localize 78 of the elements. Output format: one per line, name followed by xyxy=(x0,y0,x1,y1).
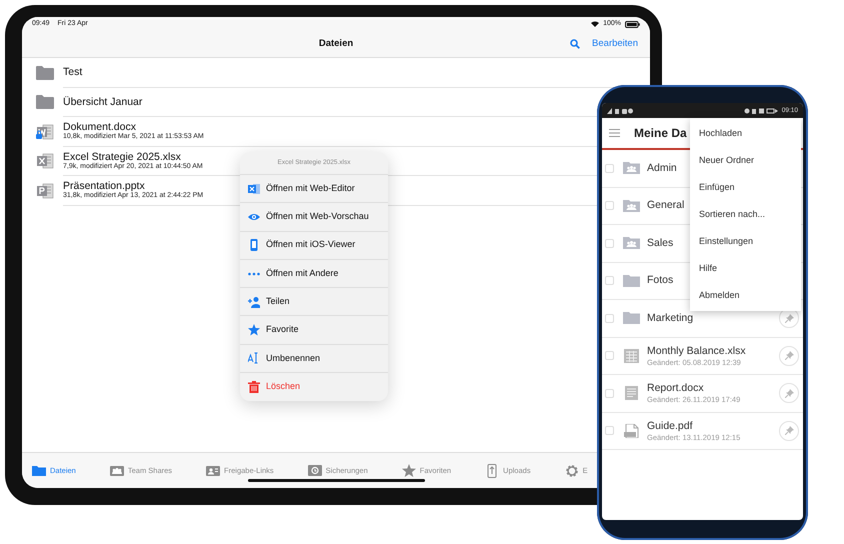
pin-icon xyxy=(784,388,794,398)
group-folder-icon xyxy=(623,198,640,213)
presentation-icon xyxy=(36,182,54,199)
menu-item[interactable]: Löschen xyxy=(240,373,388,402)
battery-icon xyxy=(625,20,640,28)
add-person-icon xyxy=(248,296,260,308)
menu-item[interactable]: Öffnen mit Web-Vorschau xyxy=(240,203,388,232)
spreadsheet-icon xyxy=(248,182,260,195)
menu-item[interactable]: Sortieren nach... xyxy=(690,201,801,228)
checkbox[interactable] xyxy=(605,276,614,286)
checkbox[interactable] xyxy=(605,201,614,210)
menu-item[interactable]: Öffnen mit Web-Editor xyxy=(240,175,388,204)
menu-item[interactable]: Umbenennen xyxy=(240,344,388,374)
star-icon xyxy=(402,464,416,478)
folder-icon xyxy=(32,464,46,478)
pin-icon xyxy=(784,426,794,436)
pin-icon xyxy=(784,351,794,360)
screen-title: Dateien xyxy=(318,36,354,51)
phone-icon xyxy=(248,239,260,252)
file-name: Marketing xyxy=(647,312,694,325)
file-name: Guide.pdf xyxy=(647,420,693,433)
rename-icon xyxy=(248,352,260,364)
checkbox[interactable] xyxy=(605,351,614,360)
shared-folder-icon xyxy=(206,464,220,478)
group-folder-icon xyxy=(623,161,640,176)
pin-button[interactable] xyxy=(779,346,799,366)
file-name: Dokument.docx xyxy=(63,121,136,134)
file-name: Präsentation.pptx xyxy=(63,180,145,192)
checkbox[interactable] xyxy=(605,388,614,398)
file-name: Übersicht Januar xyxy=(63,96,142,108)
file-name: Monthly Balance.xlsx xyxy=(647,344,746,358)
checkbox[interactable] xyxy=(605,314,614,323)
pdf-file-icon xyxy=(623,424,640,438)
menu-item[interactable]: Abmelden xyxy=(690,282,801,309)
file-name: Excel Strategie 2025.xlsx xyxy=(63,150,181,163)
star-icon xyxy=(248,324,260,336)
trash-icon xyxy=(248,381,260,394)
menu-item[interactable]: Neuer Ordner xyxy=(690,147,801,174)
folder-icon xyxy=(623,311,640,326)
group-icon xyxy=(110,464,124,478)
pin-button[interactable] xyxy=(779,383,799,404)
wifi-icon xyxy=(591,21,600,27)
search-icon[interactable] xyxy=(570,39,580,49)
menu-item[interactable]: Teilen xyxy=(240,288,388,316)
checkbox[interactable] xyxy=(605,164,614,173)
menu-item[interactable]: Einstellungen xyxy=(690,228,801,255)
menu-item[interactable]: Einfügen xyxy=(690,174,801,201)
backup-icon xyxy=(308,464,322,478)
locked-document-icon xyxy=(36,124,54,140)
file-name: Test xyxy=(63,66,82,78)
settings-icon xyxy=(564,464,579,478)
pin-button[interactable] xyxy=(779,420,799,441)
menu-item[interactable]: Favorite xyxy=(240,316,388,345)
file-name: Admin xyxy=(647,162,677,175)
folder-icon xyxy=(36,64,54,81)
checkbox[interactable] xyxy=(605,238,614,248)
file-name: Report.docx xyxy=(647,382,704,396)
menu-item[interactable]: Öffnen mit Andere xyxy=(240,260,388,288)
menu-item[interactable]: Hochladen xyxy=(690,120,801,147)
signal-icon xyxy=(607,108,633,114)
folder-icon xyxy=(623,274,640,288)
menu-icon[interactable] xyxy=(609,129,620,137)
group-folder-icon xyxy=(623,236,640,250)
status-icons xyxy=(744,108,778,114)
file-name: Fotos xyxy=(647,274,674,288)
file-name: Sales xyxy=(647,236,674,250)
menu-item[interactable]: Öffnen mit iOS-Viewer xyxy=(240,232,388,260)
pin-icon xyxy=(784,314,794,323)
upload-icon xyxy=(485,464,500,478)
checkbox[interactable] xyxy=(605,426,614,436)
screen-title: Meine Da xyxy=(634,125,687,142)
file-name: General xyxy=(647,199,684,212)
spreadsheet-icon xyxy=(36,153,54,170)
document-icon xyxy=(623,386,640,400)
spreadsheet-icon xyxy=(623,348,640,363)
folder-icon xyxy=(36,94,54,110)
menu-item[interactable]: Hilfe xyxy=(690,255,801,282)
edit-button[interactable]: Bearbeiten xyxy=(592,36,638,52)
